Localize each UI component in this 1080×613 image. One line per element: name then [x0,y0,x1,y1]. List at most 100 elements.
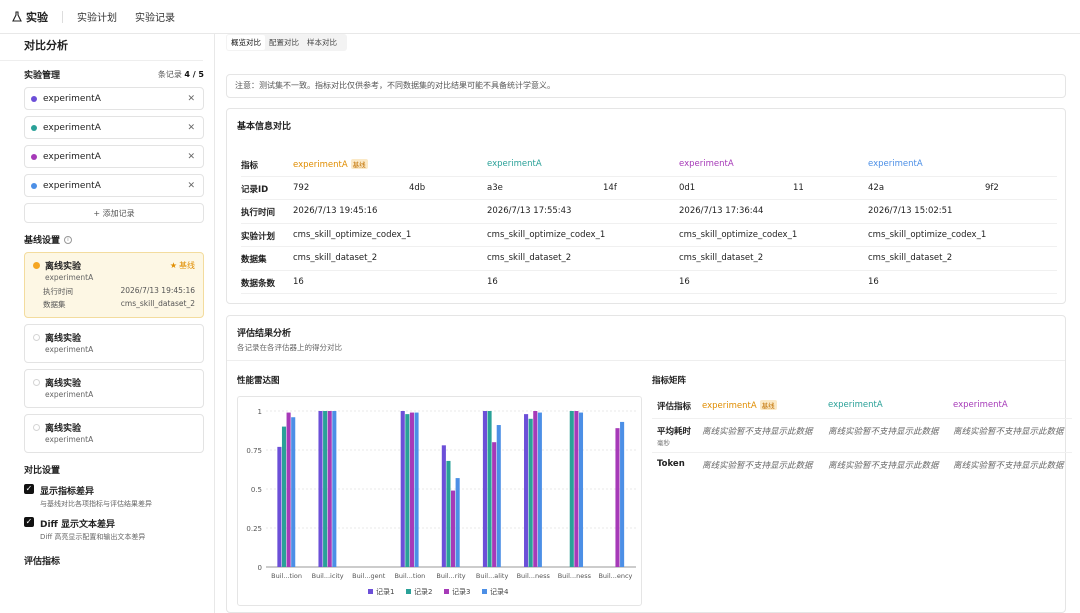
compare-settings-title: 对比设置 [24,466,61,476]
experiment-item[interactable]: experimentA ✕ [24,145,204,168]
flask-icon [12,11,22,22]
basic-info-card: 基本信息对比 指标 experimentA 基线 experimentA experim… [226,108,1066,304]
bar [277,446,282,567]
experiment-name: experimentA [43,122,101,133]
bar [528,418,533,567]
info-cell: a3e [487,182,503,193]
experiment-name: experimentA [43,93,101,104]
baseline-card[interactable]: 离线实验 experimentA [24,324,204,363]
close-icon[interactable]: ✕ [187,123,195,133]
bar [441,445,446,567]
tab-config[interactable]: 配置对比 [265,35,303,50]
sidebar-divider [0,60,203,61]
legend-swatch [482,589,487,594]
x-tick-label: Buil...icity [312,572,344,580]
bar [620,421,625,567]
experiment-header: experimentA [868,159,923,169]
metric-value: 离线实验暂不支持显示此数据 [828,461,939,471]
info-cell: 792 [293,182,310,193]
info-cell: cms_skill_dataset_2 [868,253,953,263]
info-label: 数据条数 [241,278,276,289]
dataset-warning: 注意：测试集不一致。指标对比仅供参考，不同数据集的对比结果可能不具备统计学意义。 [226,74,1066,98]
info-cell: 2026/7/13 17:55:43 [487,206,572,216]
info-row: 指标 experimentA 基线 experimentA experimentA exp… [241,153,1057,177]
color-dot-icon [31,182,37,189]
baseline-card-name: 离线实验 [45,379,82,389]
experiment-name: experimentA [43,180,101,191]
tab-overview[interactable]: 概览对比 [227,35,265,50]
bar [496,425,501,567]
bar [323,411,328,567]
option-title: Diff 显示文本差异 [40,520,115,530]
experiment-item[interactable]: experimentA ✕ [24,87,204,110]
bar [332,411,337,567]
matrix-experiment: experimentA [953,400,1008,410]
info-icon[interactable]: i [64,235,73,244]
y-tick-label: 0.75 [246,447,262,455]
close-icon[interactable]: ✕ [187,181,195,191]
metric-unit: 毫秒 [657,439,670,447]
bar [291,417,296,567]
color-dot-icon [31,95,37,102]
radio-icon [33,424,40,431]
baseline-card[interactable]: 离线实验 experimentA [24,369,204,408]
option-title: 显示指标差异 [40,487,95,497]
close-icon[interactable]: ✕ [187,152,195,162]
record-count-value: 4 / 5 [184,70,204,79]
info-row: 执行时间 2026/7/13 19:45:16 2026/7/13 17:55:43… [241,200,1057,224]
baseline-title: 基线设置 [24,236,61,246]
bar [537,412,542,567]
app-title: 实验 [26,10,48,24]
info-cell: cms_skill_dataset_2 [487,253,572,263]
bar [281,426,287,567]
x-tick-label: Buil...ency [598,572,632,580]
legend-swatch [406,589,411,594]
close-icon[interactable]: ✕ [187,94,195,104]
checkbox-checked-icon[interactable]: ✓ [24,484,34,494]
metric-value: 离线实验暂不支持显示此数据 [953,427,1064,437]
nav-plan[interactable]: 实验计划 [77,9,117,24]
y-tick-label: 1 [258,408,262,416]
baseline-card[interactable]: 离线实验 experimentA [24,414,204,453]
metric-name: Token [657,459,685,469]
add-record-button[interactable]: + 添加记录 [24,203,204,223]
info-cell: 2026/7/13 17:36:44 [679,206,764,216]
experiment-header: experimentA 基线 [293,159,368,170]
option-show-diff[interactable]: ✓ 显示指标差异 与基线对比各项指标与评估结果差异 [24,484,204,509]
experiment-header: experimentA [487,159,542,169]
matrix-title: 指标矩阵 [652,376,687,386]
matrix-header-label: 评估指标 [657,402,692,412]
info-cell: cms_skill_dataset_2 [293,253,378,263]
bar [409,412,414,567]
option-diff-text[interactable]: ✓ Diff 显示文本差异 Diff 高亮显示配置和输出文本差异 [24,517,204,542]
checkbox-checked-icon[interactable]: ✓ [24,517,34,527]
baseline-card[interactable]: 离线实验 ★ 基线 experimentA 执行时间 2026/7/13 19:45:… [24,252,204,318]
info-row: 数据集 cms_skill_dataset_2 cms_skill_dataset_… [241,247,1057,271]
experiment-mgmt-title: 实验管理 [24,71,61,81]
color-dot-icon [31,153,37,160]
baseline-pill: 基线 [350,159,368,169]
baseline-time-row: 执行时间 2026/7/13 19:45:16 [43,286,195,297]
app-brand[interactable]: 实验 [12,9,48,25]
metric-value: 离线实验暂不支持显示此数据 [702,461,813,471]
metric-matrix: 评估指标 experimentA 基线 experimentA experimentA 平… [652,394,1072,476]
info-cell: 16 [487,276,498,287]
option-desc: Diff 高亮显示配置和输出文本差异 [40,533,146,541]
bar [492,442,497,567]
experiment-name: experimentA [43,151,101,162]
bar [578,412,584,567]
info-cell: cms_skill_dataset_2 [679,253,764,263]
nav-records[interactable]: 实验记录 [135,9,175,24]
x-tick-label: Buil...tion [394,572,425,580]
eval-metrics-title: 评估指标 [24,557,61,567]
bar [487,411,492,567]
legend-swatch [444,589,449,594]
eval-divider [227,360,1065,361]
info-cell: cms_skill_optimize_codex_1 [679,229,798,240]
info-cell: 16 [293,276,304,287]
tab-samples[interactable]: 样本对比 [303,35,341,50]
bar [446,460,451,567]
experiment-item[interactable]: experimentA ✕ [24,174,204,197]
experiment-item[interactable]: experimentA ✕ [24,116,204,139]
x-tick-label: Buil...tion [271,572,302,580]
